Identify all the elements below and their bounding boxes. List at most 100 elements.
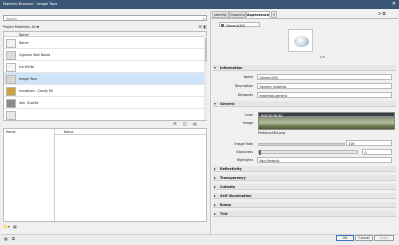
color-label: Color xyxy=(244,113,253,117)
section-title: Generic xyxy=(220,102,235,106)
expand-arrow-icon: ▸ xyxy=(214,184,216,189)
scrollbar-thumb[interactable] xyxy=(204,38,207,62)
glossiness-label: Glossiness xyxy=(236,150,253,154)
glossiness-slider-knob[interactable] xyxy=(259,150,261,155)
highlights-select[interactable]: Non-Metallic xyxy=(257,157,392,163)
tab-identity[interactable]: Identity xyxy=(212,11,229,18)
keywords-value: materials,generic xyxy=(259,94,288,98)
search-placeholder: Search xyxy=(6,17,17,21)
preview-sphere xyxy=(294,36,309,47)
section-title: Tint xyxy=(220,212,228,216)
add-tab-button[interactable]: + xyxy=(271,11,277,18)
open-editor-icon[interactable]: ⧉ xyxy=(12,236,15,241)
window-title: Material Browser - Image Tops xyxy=(3,2,58,6)
name-column-header[interactable]: Name xyxy=(19,33,28,37)
keywords-label: Keywords xyxy=(237,93,253,97)
description-label: Description xyxy=(234,84,253,88)
material-thumbnail xyxy=(6,110,16,120)
material-row[interactable]: Gypsum Wall Board xyxy=(4,49,206,61)
list-view-icon[interactable]: ☰ xyxy=(173,121,177,126)
section-title: Self Illumination xyxy=(220,194,252,198)
section-self-illumination[interactable]: ▸ Self Illumination xyxy=(213,193,396,199)
material-thumbnail xyxy=(6,62,16,72)
expand-arrow-icon: ▸ xyxy=(214,202,216,207)
library-bottom-tools: 📁 ▾ ▦ xyxy=(3,224,53,230)
close-icon[interactable]: ✕ xyxy=(392,1,396,7)
library-header: Project Materials: All ▼ ☰ ◧ xyxy=(3,24,207,30)
material-preview xyxy=(288,29,313,52)
asset-name-field[interactable]: Generic(93) xyxy=(219,22,260,28)
image-fade-label: Image Fade xyxy=(234,142,253,146)
section-bump[interactable]: ▸ Bump xyxy=(213,202,396,208)
library-divider[interactable] xyxy=(54,129,55,223)
section-title: Cutouts xyxy=(220,185,235,189)
expand-arrow-icon: ▸ xyxy=(214,193,216,198)
collapse-arrow-icon: ▾ xyxy=(214,65,216,70)
material-thumbnail xyxy=(6,86,16,96)
material-row[interactable]: Name xyxy=(4,37,206,49)
title-bar: Material Browser - Image Tops ✕ xyxy=(0,0,399,9)
description-field[interactable]: Generic material. xyxy=(257,83,392,89)
section-reflectivity[interactable]: ▸ Reflectivity xyxy=(213,166,396,172)
grid-icon[interactable]: ▦ xyxy=(13,224,17,229)
material-label: Image Tops xyxy=(19,77,38,81)
apply-button[interactable]: Apply xyxy=(374,235,394,241)
material-thumbnail xyxy=(6,98,16,108)
asset-name: Generic(93) xyxy=(226,23,245,28)
search-input[interactable]: Search ⌕ xyxy=(3,15,207,21)
preview-options-icon[interactable]: ⧈ ▾ xyxy=(320,55,325,59)
glossiness-value: 0 xyxy=(364,151,367,155)
material-row[interactable] xyxy=(4,109,206,120)
collapse-arrow-icon: ▾ xyxy=(214,101,216,106)
library-home[interactable]: Home xyxy=(6,130,15,134)
asset-swatch xyxy=(221,23,224,27)
section-title: Information xyxy=(220,66,243,70)
material-list: Name Name Gypsum Wall Board Ice White Image… xyxy=(3,31,207,121)
tab-graphics[interactable]: Graphics xyxy=(229,11,246,18)
material-row[interactable]: Ice White xyxy=(4,61,206,73)
ok-button[interactable]: OK xyxy=(336,235,354,241)
library-panel: Home Name xyxy=(3,128,207,223)
texture-filename[interactable]: Parkbrush64.png xyxy=(258,131,285,135)
view-options-icon[interactable]: ☰ ◧ xyxy=(198,24,207,29)
material-thumbnail xyxy=(6,50,16,60)
section-generic[interactable]: ▾ Generic xyxy=(213,101,396,107)
highlights-value: Non-Metallic xyxy=(259,159,280,163)
cancel-button[interactable]: Cancel xyxy=(355,235,373,241)
material-row[interactable]: Insulation - Cavity Fill xyxy=(4,85,206,97)
image-fade-field[interactable]: 100 xyxy=(346,140,392,146)
keywords-field[interactable]: materials,generic xyxy=(257,92,392,98)
editor-tools-icon[interactable]: ⟳ ⧉ xyxy=(378,11,385,16)
name-value: Generic(93) xyxy=(259,76,279,80)
material-label: Ice White xyxy=(19,65,34,69)
header-divider xyxy=(55,134,207,135)
tab-appearance[interactable]: Appearance xyxy=(246,11,270,18)
chevron-down-icon[interactable]: ▾ xyxy=(8,224,10,229)
material-row[interactable]: Iron, Ductile xyxy=(4,97,206,109)
expand-arrow-icon: ▸ xyxy=(214,166,216,171)
expand-arrow-icon: ▸ xyxy=(214,211,216,216)
section-information[interactable]: ▾ Information xyxy=(213,65,396,71)
section-title: Bump xyxy=(220,203,231,207)
expand-arrow-icon: ▸ xyxy=(214,175,216,180)
section-cutouts[interactable]: ▸ Cutouts xyxy=(213,184,396,190)
material-thumbnail xyxy=(6,74,16,84)
name-field[interactable]: Generic(93) xyxy=(257,74,392,80)
glossiness-field[interactable]: 0 xyxy=(362,149,392,155)
texture-image[interactable] xyxy=(258,117,395,130)
section-title: Reflectivity xyxy=(220,167,242,171)
library-selector[interactable]: Project Materials: All ▼ xyxy=(3,25,39,29)
section-tint[interactable]: ▸ Tint xyxy=(213,211,396,217)
material-label: Gypsum Wall Board xyxy=(19,53,51,57)
panel-toggle-icon[interactable]: ◫ xyxy=(183,121,187,126)
material-label: Iron, Ductile xyxy=(19,101,39,105)
search-icon[interactable]: ⌕ xyxy=(203,16,205,21)
image-fade-slider[interactable] xyxy=(258,143,345,146)
glossiness-slider[interactable] xyxy=(258,150,358,155)
material-row[interactable]: Image Tops xyxy=(4,73,206,85)
library-icon[interactable]: ▦ xyxy=(4,236,8,241)
section-transparency[interactable]: ▸ Transparency xyxy=(213,175,396,181)
image-fade-value: 100 xyxy=(348,142,355,146)
tab-divider xyxy=(211,18,398,19)
highlights-label: Highlights xyxy=(236,158,253,162)
